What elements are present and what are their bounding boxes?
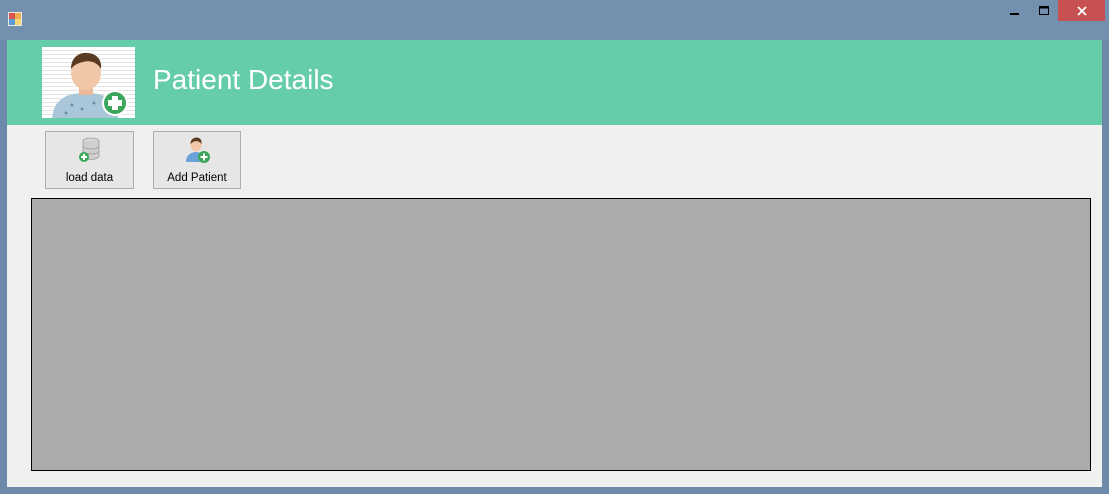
add-patient-button[interactable]: Add Patient	[153, 131, 241, 189]
patient-avatar	[42, 47, 135, 118]
app-form-icon[interactable]	[8, 12, 22, 26]
title-bar[interactable]	[0, 0, 1109, 40]
minimize-icon	[1009, 12, 1019, 15]
close-icon	[1076, 5, 1087, 16]
add-patient-label: Add Patient	[167, 172, 227, 184]
app-window: Patient Details load data Add Patient	[0, 0, 1109, 494]
window-controls	[1000, 0, 1105, 26]
header-banner: Patient Details	[7, 40, 1102, 125]
minimize-button[interactable]	[1000, 0, 1029, 21]
form-client-area: Patient Details load data Add Patient	[7, 40, 1102, 487]
database-add-icon	[78, 137, 99, 162]
patient-data-grid[interactable]	[31, 198, 1091, 471]
maximize-icon	[1038, 5, 1049, 15]
user-add-icon	[186, 137, 210, 163]
page-title: Patient Details	[153, 64, 334, 95]
load-data-button[interactable]: load data	[45, 131, 134, 189]
close-button[interactable]	[1058, 0, 1105, 21]
patient-add-avatar-icon	[42, 47, 135, 118]
maximize-button[interactable]	[1029, 0, 1058, 21]
load-data-label: load data	[65, 172, 114, 184]
